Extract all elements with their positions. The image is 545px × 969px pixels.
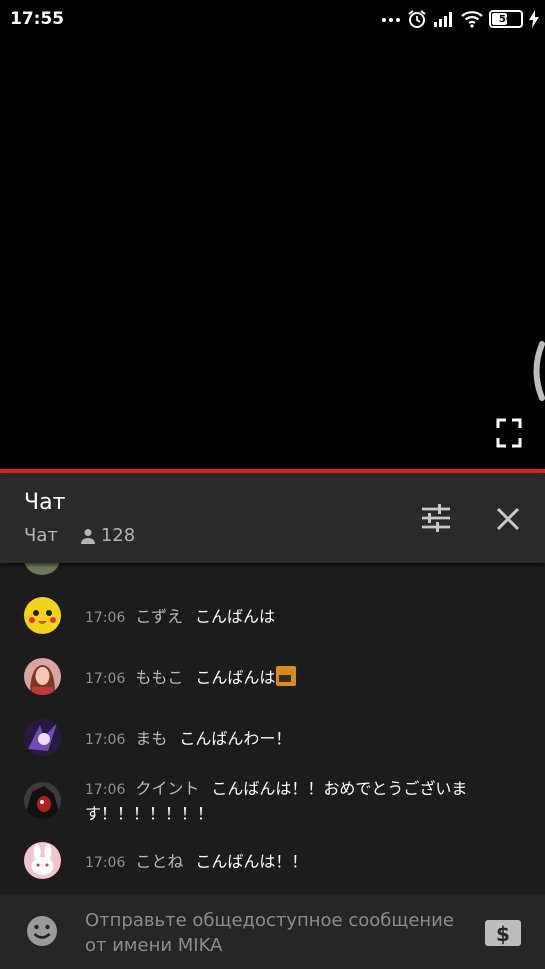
message-text: こんばんは！！ [195, 852, 308, 871]
chat-subtitle: Чат [24, 525, 58, 546]
chat-input-bar: Отправьте общедоступное сообщение от име… [0, 895, 545, 969]
status-time: 17:55 [10, 9, 65, 29]
more-dots-icon [382, 18, 400, 22]
dollar-icon[interactable]: $ [484, 918, 522, 948]
chat-message[interactable]: 17:06 まも こんばんわー！ [0, 719, 545, 759]
avatar [24, 719, 61, 756]
chat-header: Чат Чат 128 [0, 473, 545, 563]
viewer-count: 128 [80, 525, 135, 546]
message-author[interactable]: まも [135, 729, 167, 748]
chat-message[interactable]: 17:06 こずえ こんばんは [0, 597, 545, 637]
message-author[interactable]: ことね [135, 852, 183, 871]
sticker-emoji-icon [276, 666, 297, 686]
message-time: 17:06 [85, 671, 126, 687]
message-text: こんばんわー！ [179, 729, 292, 748]
avatar [24, 563, 60, 575]
signal-icon [434, 12, 452, 27]
video-player[interactable] [0, 38, 545, 470]
alarm-icon [408, 10, 426, 28]
chat-message-input[interactable]: Отправьте общедоступное сообщение от име… [85, 908, 480, 958]
battery-icon: 50 [489, 10, 523, 28]
message-time: 17:06 [85, 610, 126, 626]
avatar [24, 597, 61, 634]
chat-message[interactable]: 17:06 ももこ こんばんは [0, 658, 545, 698]
status-bar: 17:55 50 [0, 0, 545, 38]
avatar [24, 842, 61, 879]
message-author[interactable]: クイント [135, 779, 199, 798]
tune-icon[interactable] [418, 503, 454, 533]
message-time: 17:06 [85, 855, 126, 871]
chat-message[interactable]: 17:06 ことね こんばんは！！ [0, 842, 545, 882]
person-icon [80, 528, 95, 544]
message-time: 17:06 [85, 732, 126, 748]
status-icons: 50 [381, 8, 539, 30]
wifi-icon [461, 11, 483, 28]
charging-icon [529, 10, 539, 28]
side-drawer-handle[interactable] [527, 340, 545, 402]
close-icon[interactable] [494, 505, 522, 533]
svg-text:$: $ [496, 922, 510, 946]
chat-mode-selector[interactable]: Чат 128 [24, 525, 135, 546]
message-author[interactable]: こずえ [135, 607, 183, 626]
viewer-count-value: 128 [100, 525, 136, 546]
message-time: 17:06 [85, 782, 126, 798]
message-author[interactable]: ももこ [135, 668, 183, 687]
message-text: こんばんは [195, 668, 276, 687]
emoji-icon[interactable] [25, 914, 59, 948]
chat-title: Чат [24, 490, 66, 515]
battery-level: 50 [499, 13, 513, 25]
avatar [24, 782, 61, 819]
chat-message[interactable]: 17:06 クイント こんばんは！！おめでとうございます！！！！！！！ [0, 779, 545, 834]
fullscreen-icon[interactable] [496, 418, 522, 448]
avatar [24, 658, 61, 695]
message-text: こんばんは [195, 607, 276, 626]
chat-message-list[interactable]: 17:06 こずえ こんばんは 17:06 ももこ こんばんは 17:06 まも こんばんわ… [0, 563, 545, 895]
